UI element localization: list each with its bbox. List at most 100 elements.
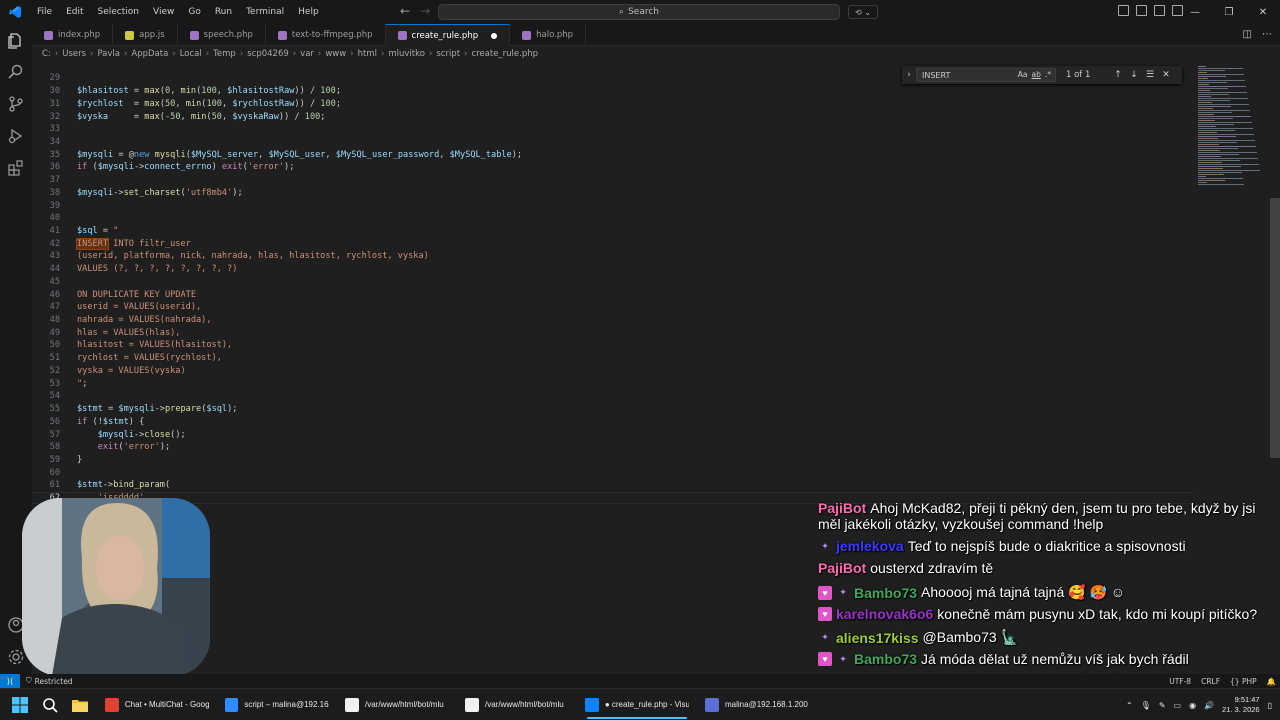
toggle-replace-chevron-icon[interactable]: › [902, 70, 916, 80]
tab-app-js[interactable]: app.js [113, 24, 178, 46]
code-line[interactable]: 52 vyska = VALUES(vyska) [32, 365, 1194, 378]
match-case-icon[interactable]: Aa [1018, 70, 1028, 79]
code-line[interactable]: 44 VALUES (?, ?, ?, ?, ?, ?, ?, ?) [32, 263, 1194, 276]
tab-text-to-ffmpeg-php[interactable]: text-to-ffmpeg.php [266, 24, 386, 46]
extensions-icon[interactable] [7, 159, 25, 177]
maximize-button[interactable]: ❐ [1212, 0, 1246, 24]
toggle-sidebar-icon[interactable] [1136, 5, 1147, 16]
menu-item-selection[interactable]: Selection [91, 7, 146, 17]
remote-indicator-icon[interactable]: ⟩⟨ [0, 674, 20, 688]
breadcrumb-item[interactable]: AppData [131, 49, 168, 59]
run-debug-icon[interactable] [7, 127, 25, 145]
match-whole-word-icon[interactable]: ab [1032, 70, 1041, 79]
code-line[interactable]: 51 rychlost = VALUES(rychlost), [32, 352, 1194, 365]
network-icon[interactable]: ◉ [1189, 701, 1196, 710]
menu-item-go[interactable]: Go [181, 7, 207, 17]
breadcrumb-item[interactable]: create_rule.php [471, 49, 538, 59]
tab-index-php[interactable]: index.php [32, 24, 114, 46]
breadcrumb-item[interactable]: C: [42, 49, 51, 59]
back-arrow-icon[interactable]: ← [400, 4, 410, 18]
code-line[interactable]: 47 userid = VALUES(userid), [32, 301, 1194, 314]
close-window-button[interactable]: ✕ [1246, 0, 1280, 24]
restricted-mode-indicator[interactable]: ⛉ Restricted [26, 676, 73, 686]
pen-icon[interactable]: ✎ [1159, 701, 1166, 710]
code-line[interactable]: 37 [32, 174, 1194, 187]
code-line[interactable]: 55 $stmt = $mysqli->prepare($sql); [32, 403, 1194, 416]
minimize-button[interactable]: — [1178, 0, 1212, 24]
explorer-icon[interactable] [7, 32, 25, 50]
previous-match-arrow-icon[interactable]: ↑ [1110, 70, 1126, 80]
code-line[interactable]: 33 [32, 123, 1194, 136]
breadcrumb-item[interactable]: Users [62, 49, 86, 59]
breadcrumb-item[interactable]: mluvitko [388, 49, 425, 59]
toggle-panel-icon[interactable] [1154, 5, 1165, 16]
code-line[interactable]: 31 $rychlost = max(50, min(100, $rychlost… [32, 97, 1194, 110]
code-line[interactable]: 43 (userid, platforma, nick, nahrada, hla… [32, 250, 1194, 263]
code-line[interactable]: 53 "; [32, 377, 1194, 390]
tab-speech-php[interactable]: speech.php [178, 24, 266, 46]
next-match-arrow-icon[interactable]: ↓ [1126, 70, 1142, 80]
code-line[interactable]: 60 [32, 466, 1194, 479]
more-actions-icon[interactable]: ⋯ [1262, 29, 1272, 40]
breadcrumb-item[interactable]: Local [180, 49, 202, 59]
code-line[interactable]: 54 [32, 390, 1194, 403]
taskbar-app[interactable]: /var/www/html/bot/mlu [337, 691, 457, 719]
code-line[interactable]: 39 [32, 199, 1194, 212]
copilot-button[interactable]: ⟲ ⌄ [848, 5, 878, 19]
find-input[interactable]: INSERT Aa ab .* [916, 68, 1056, 82]
code-line[interactable]: 61 $stmt->bind_param( [32, 479, 1194, 492]
file-explorer-icon[interactable] [69, 694, 91, 716]
code-line[interactable]: 59} [32, 454, 1194, 467]
taskbar-search-icon[interactable] [39, 694, 61, 716]
command-center-search[interactable]: ⌕ Search [438, 4, 840, 20]
code-line[interactable]: 58 exit('error'); [32, 441, 1194, 454]
customize-layout-icon[interactable] [1118, 5, 1129, 16]
code-line[interactable]: 56 if (!$stmt) { [32, 415, 1194, 428]
menu-item-terminal[interactable]: Terminal [239, 7, 291, 17]
code-line[interactable]: 50 hlasitost = VALUES(hlasitost), [32, 339, 1194, 352]
notification-center-icon[interactable]: ▯ [1268, 701, 1272, 710]
breadcrumb-item[interactable]: www [325, 49, 346, 59]
tab-halo-php[interactable]: halo.php [510, 24, 586, 46]
code-line[interactable]: 45 [32, 276, 1194, 289]
start-windows-icon[interactable] [9, 694, 31, 716]
tab-create-rule-php[interactable]: create_rule.php [385, 24, 511, 46]
breadcrumb-item[interactable]: html [358, 49, 377, 59]
taskbar-app[interactable]: script – malina@192.168 [217, 691, 337, 719]
find-in-selection-icon[interactable]: ☰ [1142, 70, 1158, 80]
notifications-bell-icon[interactable]: 🔔 [1267, 677, 1276, 686]
encoding-indicator[interactable]: UTF-8 [1169, 677, 1191, 686]
code-line[interactable]: 38 $mysqli->set_charset('utf8mb4'); [32, 186, 1194, 199]
breadcrumb-item[interactable]: var [300, 49, 314, 59]
breadcrumb-item[interactable]: Pavla [97, 49, 120, 59]
unsaved-dot-icon[interactable] [491, 32, 498, 39]
code-line[interactable]: 48 nahrada = VALUES(nahrada), [32, 314, 1194, 327]
manage-gear-icon[interactable] [7, 648, 25, 666]
volume-icon[interactable]: 🔊 [1204, 701, 1214, 710]
code-line[interactable]: 41 $sql = " [32, 225, 1194, 238]
microphone-icon[interactable]: 🎙 [1141, 701, 1151, 710]
code-line[interactable]: 46 ON DUPLICATE KEY UPDATE [32, 288, 1194, 301]
code-line[interactable]: 36 if ($mysqli->connect_errno) exit('erro… [32, 161, 1194, 174]
code-line[interactable]: 35 $mysqli = @new mysqli($MySQL_server, $… [32, 148, 1194, 161]
taskbar-app[interactable]: malina@192.168.1.200 [697, 691, 817, 719]
code-line[interactable]: 42 INSERT INTO filtr_user [32, 237, 1194, 250]
menu-item-help[interactable]: Help [291, 7, 326, 17]
breadcrumb-item[interactable]: script [436, 49, 460, 59]
clock[interactable]: 9:51:47 21. 3. 2026 [1222, 695, 1260, 715]
breadcrumb-item[interactable]: scp04269 [247, 49, 289, 59]
language-mode-indicator[interactable]: {} PHP [1230, 677, 1257, 686]
code-line[interactable]: 32 $vyska = max(-50, min(50, $vyskaRaw)) … [32, 110, 1194, 123]
breadcrumb-item[interactable]: Temp [213, 49, 236, 59]
forward-arrow-icon[interactable]: → [420, 4, 430, 18]
source-control-icon[interactable] [7, 95, 25, 113]
taskbar-app[interactable]: /var/www/html/bot/mlu [457, 691, 577, 719]
use-regex-icon[interactable]: .* [1045, 70, 1051, 79]
menu-item-file[interactable]: File [30, 7, 59, 17]
taskbar-app[interactable]: Chat • MultiChat - Goog [97, 691, 217, 719]
menu-item-view[interactable]: View [146, 7, 181, 17]
code-line[interactable]: 30 $hlasitost = max(0, min(100, $hlasitos… [32, 85, 1194, 98]
code-line[interactable]: 40 [32, 212, 1194, 225]
code-line[interactable]: 49 hlas = VALUES(hlas), [32, 326, 1194, 339]
close-find-icon[interactable]: ✕ [1158, 70, 1174, 80]
